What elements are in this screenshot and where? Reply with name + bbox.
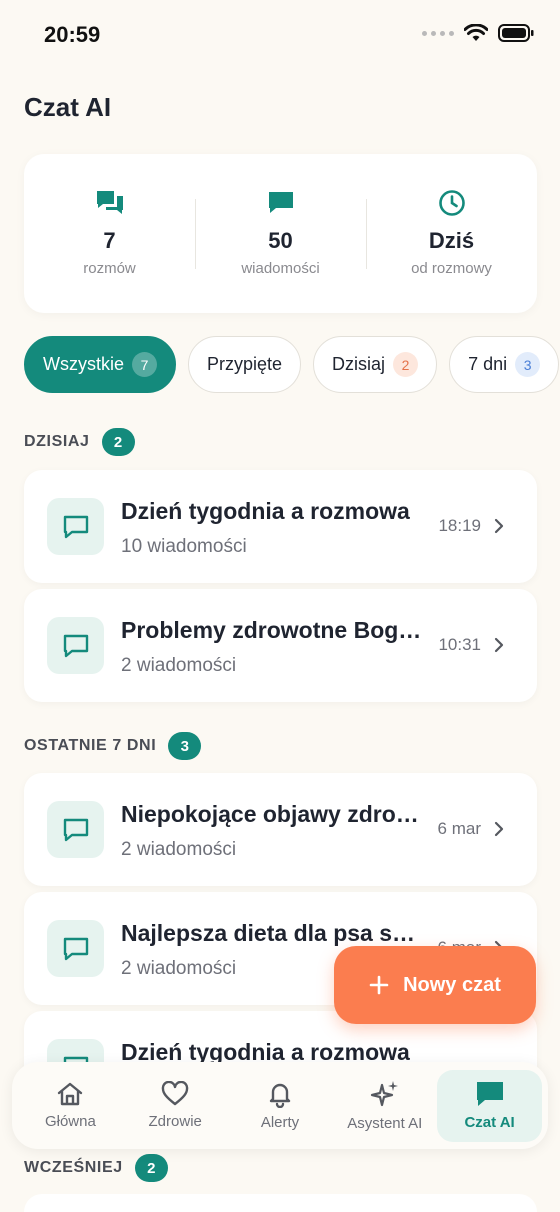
tab-ai-assistant[interactable]: Asystent AI [332,1070,437,1142]
stats-card: 7 rozmów 50 wiadomości Dziś od rozmowy [24,154,537,313]
chat-time: 6 mar [437,819,481,838]
message-icon [267,188,295,218]
bell-icon [269,1083,291,1108]
heart-icon [161,1081,189,1106]
status-time: 20:59 [44,22,101,47]
chat-title: Niepokojące objawy zdrowotne [121,801,426,827]
section-count: 2 [134,1154,168,1182]
chat-title: Problemy zdrowotne Bogusia [121,617,426,643]
filter-chip-pinned[interactable]: Przypięte [188,336,302,393]
chat-icon [476,1082,503,1106]
chat-message-count: 10 wiadomości [121,536,247,557]
chat-icon [47,498,104,555]
filter-chip-7-days[interactable]: 7 dni 3 [449,336,560,393]
section-header-earlier: WCZEŚNIEJ 2 [24,1154,168,1182]
home-icon [58,1082,83,1106]
chip-label: 7 dni [468,354,508,374]
chat-icon [47,801,104,858]
section-count: 2 [101,428,135,456]
stat-last-conversation: Dziś od rozmowy [366,154,537,313]
tab-label: Zdrowie [148,1113,202,1130]
section-header-today: DZISIAJ 2 [24,428,135,456]
chat-message-count: 2 wiadomości [121,655,237,676]
chip-count: 7 [132,352,157,377]
chat-time: 10:31 [438,635,481,654]
section-title: DZISIAJ [24,433,90,450]
stat-value: 50 [268,228,293,253]
battery-icon [498,24,534,42]
chat-message-count: 2 wiadomości [121,839,237,860]
chat-title: Najlepsza dieta dla psa seniora [121,920,426,946]
tab-label: Główna [44,1113,96,1130]
chat-time: 18:19 [438,516,481,535]
new-chat-label: Nowy czat [403,973,501,996]
filter-chip-today[interactable]: Dzisiaj 2 [313,336,438,393]
plus-icon [369,975,389,995]
filter-chip-all[interactable]: Wszystkie 7 [24,336,176,393]
chat-item[interactable]: Dzień tygodnia a rozmowa 10 wiadomości 1… [24,470,537,583]
chip-count: 2 [393,352,419,377]
new-chat-button[interactable]: Nowy czat [334,946,536,1024]
chat-item[interactable]: Niepokojące objawy zdrowotne 2 wiadomośc… [24,773,537,886]
tab-label: Czat AI [464,1114,515,1131]
status-icons [422,24,534,42]
tab-label: Alerty [260,1114,300,1131]
chip-label: Przypięte [207,354,283,374]
stat-label: od rozmowy [411,260,492,277]
filter-chips: Wszystkie 7 Przypięte Dzisiaj 2 7 dni 3 [24,336,560,394]
tab-alerts[interactable]: Alerty [228,1070,333,1142]
stat-label: rozmów [83,260,136,277]
stat-value: Dziś [428,228,475,253]
page-title: Czat AI [24,92,112,122]
chat-bubbles-icon [95,188,125,218]
chat-item[interactable]: Problemy zdrowotne Bogusia 2 wiadomości … [24,589,537,702]
chevron-right-icon [494,821,504,837]
stat-messages: 50 wiadomości [195,154,366,313]
section-header-last-7-days: OSTATNIE 7 DNI 3 [24,732,202,760]
chip-label: Dzisiaj [332,354,386,374]
chevron-right-icon [494,637,504,653]
tab-label: Asystent AI [347,1115,423,1132]
chat-item[interactable] [24,1194,537,1212]
chip-label: Wszystkie [43,354,124,374]
status-bar: 20:59 [0,0,560,72]
chat-icon [47,920,104,977]
section-count: 3 [168,732,202,760]
section-title: OSTATNIE 7 DNI [24,737,157,754]
tab-health[interactable]: Zdrowie [123,1070,228,1142]
section-title: WCZEŚNIEJ [24,1159,123,1176]
wifi-icon [464,24,488,41]
chat-icon [47,617,104,674]
sparkles-icon [370,1081,398,1107]
chat-message-count: 2 wiadomości [121,958,237,979]
chevron-right-icon [494,518,504,534]
clock-icon [438,188,466,218]
tab-ai-chat[interactable]: Czat AI [437,1069,542,1142]
stat-value: 7 [103,228,116,253]
chat-title: Dzień tygodnia a rozmowa [121,498,410,524]
bottom-tab-bar: Główna Zdrowie Alerty Asystent AI Czat A… [12,1062,548,1149]
signal-icon [422,30,454,36]
chip-count: 3 [515,352,541,377]
stat-conversations: 7 rozmów [24,154,195,313]
tab-home[interactable]: Główna [18,1070,123,1142]
stat-label: wiadomości [241,260,320,277]
